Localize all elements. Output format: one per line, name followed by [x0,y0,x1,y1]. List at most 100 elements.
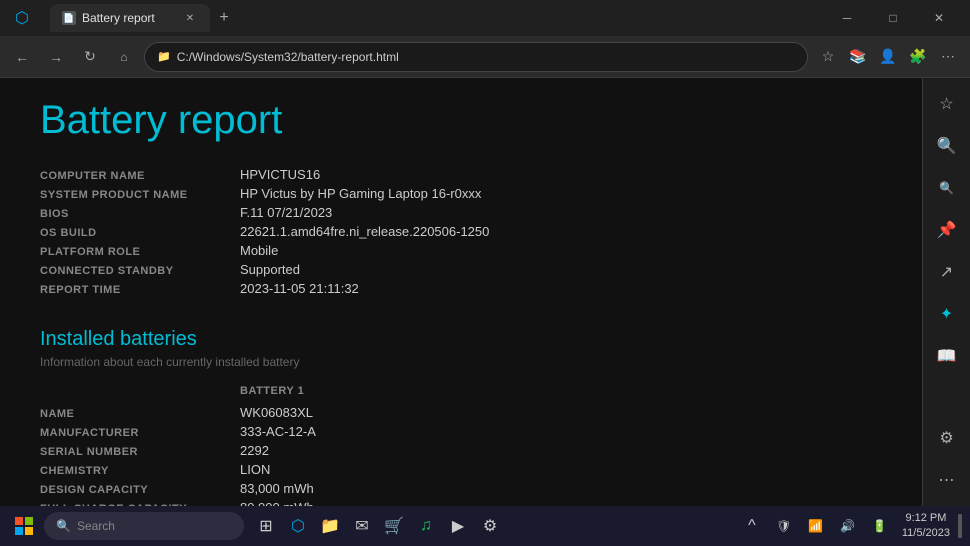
value-product-name: HP Victus by HP Gaming Laptop 16-r0xxx [240,186,481,201]
sidebar-zoom-out-icon[interactable]: 🔍 [929,170,965,206]
battery-row-design-capacity: DESIGN CAPACITY 83,000 mWh [40,481,882,496]
taskbar-mail-icon[interactable]: ✉ [348,512,376,540]
sidebar-copilot-icon[interactable]: ✦ [929,296,965,332]
taskbar-app-icons: ⊞ ⬡ 📁 ✉ 🛒 ♫ ▶ ⚙ [252,512,504,540]
sidebar-share-icon[interactable]: ↗ [929,254,965,290]
home-button[interactable]: ⌂ [110,43,138,71]
taskbar-edge-icon[interactable]: ⬡ [284,512,312,540]
taskbar-clock[interactable]: 9:12 PM 11/5/2023 [902,511,950,542]
page-content: Battery report COMPUTER NAME HPVICTUS16 … [0,78,922,506]
browser-window: ⬡ 📄 Battery report ✕ + ─ □ ✕ ← → ↻ ⌂ 📁 C… [0,0,970,506]
taskbar-explorer-icon[interactable]: 📁 [316,512,344,540]
address-bar[interactable]: 📁 C:/Windows/System32/battery-report.htm… [144,42,808,72]
sidebar-favorites-icon[interactable]: ☆ [929,86,965,122]
battery-col-label-spacer [40,385,240,397]
battery-label-serial: SERIAL NUMBER [40,446,240,458]
taskbar-sys-icons: ^ 🛡 📶 🔊 🔋 [738,512,894,540]
browser-controls: ⬡ [8,4,36,32]
tab-favicon-icon: 📄 [62,11,76,25]
info-row-product: SYSTEM PRODUCT NAME HP Victus by HP Gami… [40,186,882,201]
browser-sidebar: ☆ 🔍 🔍 📌 ↗ ✦ 📖 ⚙ ⋯ [922,78,970,506]
installed-batteries-section: Installed batteries Information about ea… [40,328,882,506]
battery-value-design-capacity: 83,000 mWh [240,481,440,496]
search-icon: 🔍 [56,519,71,533]
taskbar-battery-icon[interactable]: 🔋 [866,512,894,540]
profile-icon[interactable]: 👤 [874,43,902,71]
battery-value-manufacturer: 333-AC-12-A [240,424,440,439]
show-desktop-button[interactable] [958,514,962,538]
value-platform-role: Mobile [240,243,278,258]
info-row-standby: CONNECTED STANDBY Supported [40,262,882,277]
refresh-button[interactable]: ↻ [76,43,104,71]
sidebar-zoom-in-icon[interactable]: 🔍 [929,128,965,164]
taskbar-search-label: Search [77,519,115,533]
back-button[interactable]: ← [8,43,36,71]
sidebar-reading-icon[interactable]: 📖 [929,338,965,374]
sidebar-more-icon[interactable]: ⋯ [929,462,965,498]
browser-tab[interactable]: 📄 Battery report ✕ [50,4,210,32]
browser-titlebar: ⬡ 📄 Battery report ✕ + ─ □ ✕ [0,0,970,36]
taskbar-settings-icon[interactable]: ⚙ [476,512,504,540]
taskbar-spotify-icon[interactable]: ♫ [412,512,440,540]
value-connected-standby: Supported [240,262,300,277]
tab-title: Battery report [82,11,155,25]
taskbar-up-arrow-icon[interactable]: ^ [738,512,766,540]
info-row-bios: BIOS F.11 07/21/2023 [40,205,882,220]
address-bar-row: ← → ↻ ⌂ 📁 C:/Windows/System32/battery-re… [0,36,970,78]
collections-icon[interactable]: 📚 [844,43,872,71]
taskbar: 🔍 Search ⊞ ⬡ 📁 ✉ 🛒 ♫ ▶ ⚙ ^ 🛡 📶 🔊 🔋 9:12 … [0,506,970,546]
batteries-section-subtitle: Information about each currently install… [40,355,882,369]
label-os-build: OS BUILD [40,227,240,239]
battery-label-design-capacity: DESIGN CAPACITY [40,484,240,496]
battery-label-name: NAME [40,408,240,420]
minimize-button[interactable]: ─ [824,0,870,36]
forward-button[interactable]: → [42,43,70,71]
info-row-platform: PLATFORM ROLE Mobile [40,243,882,258]
taskbar-virus-icon[interactable]: 🛡 [770,512,798,540]
battery-row-manufacturer: MANUFACTURER 333-AC-12-A [40,424,882,439]
taskbar-search[interactable]: 🔍 Search [44,512,244,540]
battery-value-serial: 2292 [240,443,440,458]
start-button[interactable] [8,510,40,542]
value-os-build: 22621.1.amd64fre.ni_release.220506-1250 [240,224,489,239]
battery-row-serial: SERIAL NUMBER 2292 [40,443,882,458]
value-report-time: 2023-11-05 21:11:32 [240,281,359,296]
battery-row-name: NAME WK06083XL [40,405,882,420]
tab-bar: 📄 Battery report ✕ + [50,4,238,32]
edge-logo: ⬡ [8,4,36,32]
label-connected-standby: CONNECTED STANDBY [40,265,240,277]
value-bios: F.11 07/21/2023 [240,205,332,220]
battery-column-header: BATTERY 1 [240,385,304,397]
taskbar-volume-icon[interactable]: 🔊 [834,512,862,540]
taskbar-task-view-icon[interactable]: ⊞ [252,512,280,540]
close-button[interactable]: ✕ [916,0,962,36]
taskbar-date: 11/5/2023 [902,526,950,541]
info-row-os: OS BUILD 22621.1.amd64fre.ni_release.220… [40,224,882,239]
battery-label-manufacturer: MANUFACTURER [40,427,240,439]
new-tab-button[interactable]: + [210,4,238,32]
sidebar-settings-icon[interactable]: ⚙ [929,420,965,456]
window-controls: ─ □ ✕ [824,0,962,36]
label-product-name: SYSTEM PRODUCT NAME [40,189,240,201]
maximize-button[interactable]: □ [870,0,916,36]
favorites-icon[interactable]: ☆ [814,43,842,71]
label-bios: BIOS [40,208,240,220]
value-computer-name: HPVICTUS16 [240,167,320,182]
page-title: Battery report [40,98,882,143]
batteries-section-title: Installed batteries [40,328,882,351]
settings-icon[interactable]: ⋯ [934,43,962,71]
extensions-icon[interactable]: 🧩 [904,43,932,71]
label-report-time: REPORT TIME [40,284,240,296]
system-info-table: COMPUTER NAME HPVICTUS16 SYSTEM PRODUCT … [40,167,882,296]
sidebar-collections-icon[interactable]: 📌 [929,212,965,248]
taskbar-store-icon[interactable]: 🛒 [380,512,408,540]
taskbar-terminal-icon[interactable]: ▶ [444,512,472,540]
label-computer-name: COMPUTER NAME [40,170,240,182]
security-icon: 📁 [157,50,171,63]
battery-row-chemistry: CHEMISTRY LION [40,462,882,477]
tab-close-button[interactable]: ✕ [182,10,198,26]
label-platform-role: PLATFORM ROLE [40,246,240,258]
taskbar-time: 9:12 PM [902,511,950,526]
browser-body: Battery report COMPUTER NAME HPVICTUS16 … [0,78,970,506]
taskbar-network-icon[interactable]: 📶 [802,512,830,540]
